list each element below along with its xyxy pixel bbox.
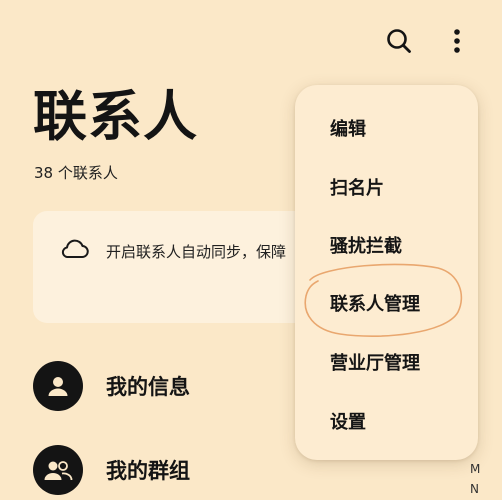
my-info-label: 我的信息 xyxy=(106,375,190,399)
group-icon xyxy=(44,461,73,481)
menu-item-store-management[interactable]: 营业厅管理 xyxy=(295,333,478,391)
list-item-my-info[interactable]: 我的信息 xyxy=(33,359,190,413)
more-options-button[interactable] xyxy=(435,19,479,63)
menu-item-edit[interactable]: 编辑 xyxy=(295,99,478,157)
page-title: 联系人 xyxy=(33,85,198,148)
more-vertical-icon xyxy=(454,29,460,53)
avatar xyxy=(33,361,83,411)
search-button[interactable] xyxy=(377,19,421,63)
top-bar xyxy=(0,0,502,82)
list-item-my-groups[interactable]: 我的群组 xyxy=(33,443,190,497)
contact-count: 38 个联系人 xyxy=(34,164,118,182)
menu-item-contact-management[interactable]: 联系人管理 xyxy=(295,274,478,332)
my-groups-label: 我的群组 xyxy=(106,459,190,483)
menu-item-block-spam[interactable]: 骚扰拦截 xyxy=(295,216,478,274)
cloud-icon xyxy=(61,239,89,258)
alpha-index-letter[interactable]: N xyxy=(470,482,479,496)
avatar xyxy=(33,445,83,495)
person-icon xyxy=(48,377,68,396)
menu-item-settings[interactable]: 设置 xyxy=(295,392,478,450)
sync-banner-text: 开启联系人自动同步，保障 xyxy=(106,243,287,261)
search-icon xyxy=(387,29,411,53)
alpha-index-letter[interactable]: M xyxy=(470,462,480,476)
menu-item-scan-card[interactable]: 扫名片 xyxy=(295,158,478,216)
overflow-menu: 编辑 扫名片 骚扰拦截 联系人管理 营业厅管理 设置 xyxy=(295,85,478,460)
